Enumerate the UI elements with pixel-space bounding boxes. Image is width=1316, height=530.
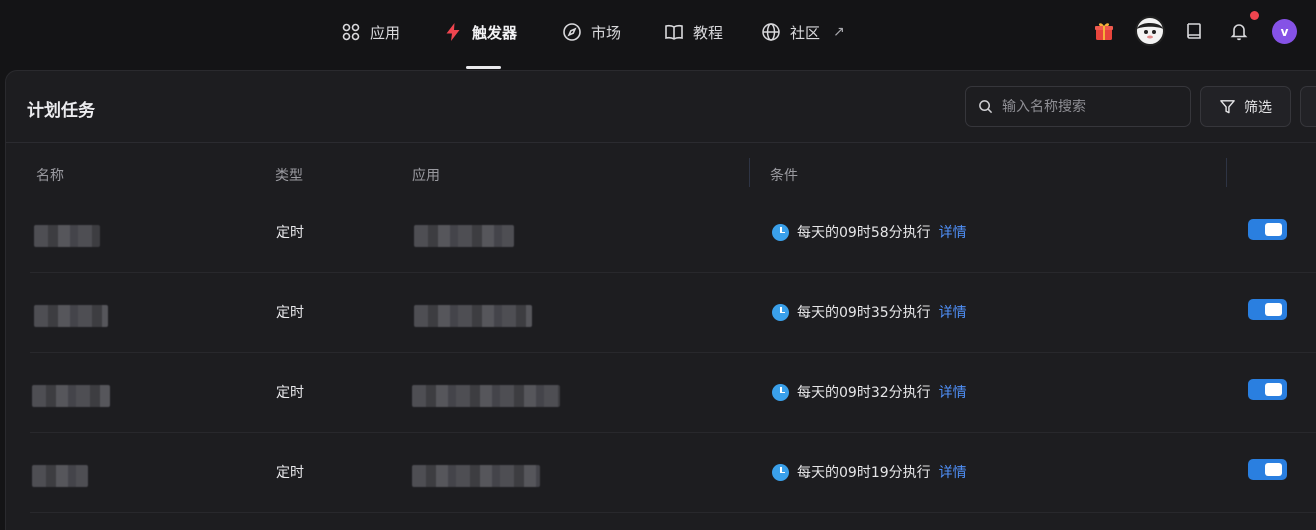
divider [6,142,1316,143]
type-cell: 定时 [276,385,304,401]
condition-cell: 每天的09时58分执行 详情 [772,222,967,242]
table-row[interactable]: 定时 每天的09时58分执行 详情 [6,193,1316,273]
nav-item-label: 应用 [370,23,401,42]
active-tab-indicator [466,66,501,69]
scheduled-tasks-panel: 计划任务 筛选 名称 类型 应用 条件 定时 每天的09时58分执行 详情 定 [5,70,1316,530]
search-icon [979,100,993,114]
filter-button[interactable]: 筛选 [1200,86,1291,127]
type-cell: 定时 [276,465,304,481]
notification-dot [1250,11,1259,20]
type-cell: 定时 [276,225,304,241]
lightning-icon [446,23,460,41]
compass-icon [563,23,581,41]
search-input[interactable] [1002,98,1182,115]
gift-icon[interactable] [1091,18,1117,44]
top-navigation: 应用 触发器 市场 教程 社区 ↗ v [0,0,1316,69]
redacted-name [32,465,88,487]
enable-toggle[interactable] [1248,299,1287,320]
filter-button-label: 筛选 [1244,99,1272,116]
clock-icon [772,463,789,481]
redacted-app [414,305,532,327]
table-row[interactable]: 定时 每天的09时32分执行 详情 [6,353,1316,433]
mascot-icon[interactable] [1134,15,1166,47]
condition-text: 每天的09时32分执行 [797,385,931,401]
condition-cell: 每天的09时19分执行 详情 [772,462,967,482]
redacted-app [412,385,560,407]
nav-item-label: 教程 [693,23,724,42]
globe-icon [762,23,780,41]
extra-toolbar-button[interactable] [1300,86,1316,127]
condition-text: 每天的09时58分执行 [797,225,931,241]
filter-icon [1220,100,1235,114]
nav-item-market[interactable]: 市场 [562,20,621,44]
condition-cell: 每天的09时35分执行 详情 [772,302,967,322]
enable-toggle[interactable] [1248,379,1287,400]
condition-cell: 每天的09时32分执行 详情 [772,382,967,402]
detail-link[interactable]: 详情 [939,302,967,322]
condition-text: 每天的09时35分执行 [797,305,931,321]
redacted-name [34,305,108,327]
clock-icon [772,383,789,401]
detail-link[interactable]: 详情 [939,382,967,402]
nav-item-label: 市场 [591,23,622,42]
detail-link[interactable]: 详情 [939,222,967,242]
table-row[interactable]: 定时 每天的09时19分执行 详情 [6,433,1316,513]
nav-item-apps[interactable]: 应用 [341,20,400,44]
bell-icon[interactable] [1226,18,1252,44]
page-title: 计划任务 [27,101,95,121]
search-box [965,86,1191,127]
redacted-app [412,465,540,487]
nav-item-tutorials[interactable]: 教程 [664,20,723,44]
column-resizer[interactable] [1226,158,1227,187]
nav-item-triggers[interactable]: 触发器 [443,20,517,44]
avatar[interactable]: v [1272,19,1297,44]
condition-text: 每天的09时19分执行 [797,465,931,481]
redacted-app [414,225,514,247]
enable-toggle[interactable] [1248,459,1287,480]
redacted-name [34,225,100,247]
enable-toggle[interactable] [1248,219,1287,240]
external-link-icon: ↗ [833,24,845,40]
column-header-condition: 条件 [770,168,798,184]
nav-item-community[interactable]: 社区 ↗ [761,20,845,44]
column-resizer[interactable] [749,158,750,187]
column-header-type: 类型 [275,168,303,184]
clock-icon [772,223,789,241]
clock-icon [772,303,789,321]
apps-grid-icon [342,23,360,41]
detail-link[interactable]: 详情 [939,462,967,482]
book-open-icon [665,24,683,40]
type-cell: 定时 [276,305,304,321]
column-header-app: 应用 [412,168,440,184]
nav-item-label: 社区 [790,23,821,42]
docs-book-icon[interactable] [1181,18,1207,44]
nav-item-label: 触发器 [472,23,518,42]
row-divider [30,512,1316,513]
table-row[interactable]: 定时 每天的09时35分执行 详情 [6,273,1316,353]
redacted-name [32,385,110,407]
column-header-name: 名称 [36,168,64,184]
